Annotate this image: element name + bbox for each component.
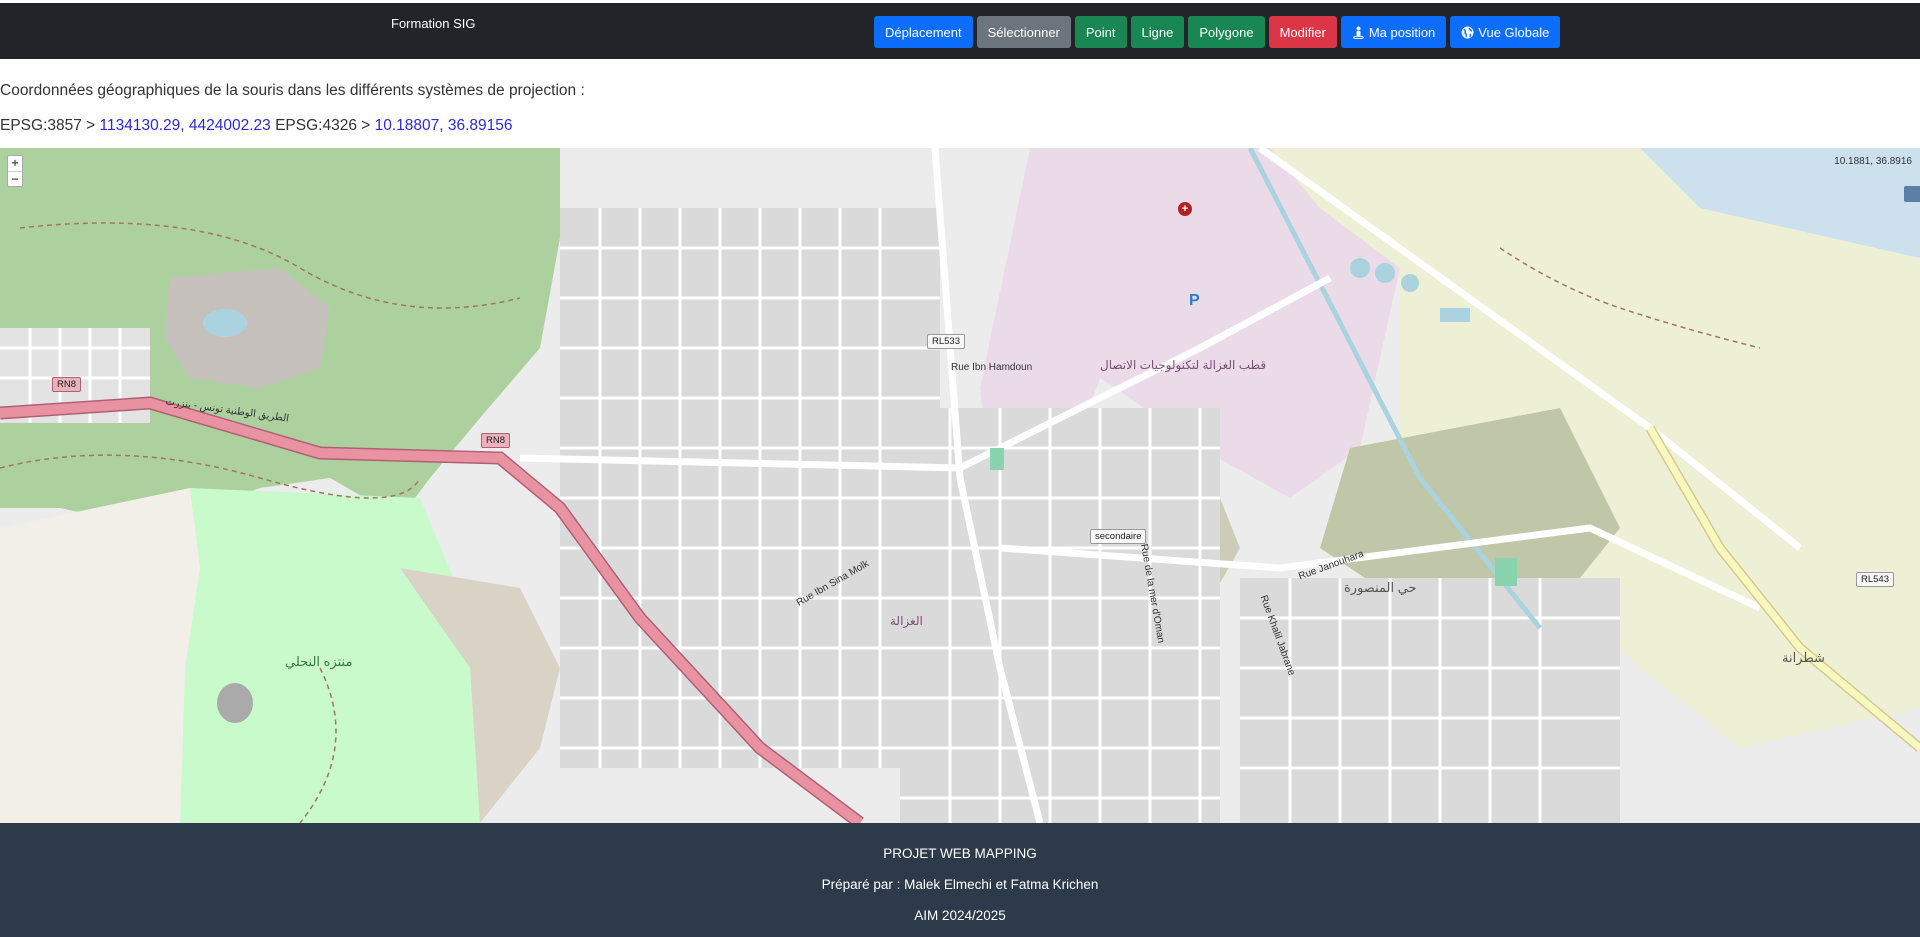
street-label-ibn-hamdoun: Rue Ibn Hamdoun (951, 362, 1033, 373)
page-footer: PROJET WEB MAPPING Préparé par : Malek E… (0, 823, 1920, 937)
area-label-pole: قطب الغزالة لتكنولوجيات الاتصال (1100, 358, 1267, 372)
epsg3857-value: 1134130.29, 4424002.23 (99, 117, 271, 134)
zoom-in-button[interactable]: + (8, 156, 22, 171)
area-label-mansoura: حي المنصورة (1344, 580, 1417, 595)
layer-switcher-button[interactable] (1904, 186, 1920, 202)
app-brand[interactable]: Formation SIG (391, 15, 476, 33)
coordinates-title: Coordonnées géographiques de la souris d… (0, 82, 585, 99)
epsg4326-label: EPSG:4326 > (275, 117, 371, 134)
street-view-icon (1352, 26, 1365, 39)
polygone-button[interactable]: Polygone (1188, 16, 1265, 48)
mouse-position-readout: 10.1881, 36.8916 (1834, 156, 1912, 167)
epsg3857-label: EPSG:3857 > (0, 117, 96, 134)
road-shield-rn8-center: RN8 (481, 433, 511, 448)
hospital-icon: + (1178, 202, 1192, 216)
area-label-choutrana: شطرانة (1782, 650, 1825, 665)
road-label-secondaire: secondaire (1090, 529, 1147, 544)
zoom-controls: + − (7, 155, 23, 187)
deplacement-button[interactable]: Déplacement (874, 16, 973, 48)
road-shield-rn8-west: RN8 (52, 377, 82, 392)
point-button[interactable]: Point (1074, 16, 1127, 48)
coordinates-readout: EPSG:3857 > 1134130.29, 4424002.23 EPSG:… (0, 117, 513, 135)
map-toolbar: Déplacement Sélectionner Point Ligne Pol… (874, 16, 1561, 48)
footer-year: AIM 2024/2025 (914, 908, 1006, 923)
area-label-ghazala: الغزالة (890, 614, 923, 628)
vue-globale-button[interactable]: Vue Globale (1450, 16, 1561, 48)
modifier-button[interactable]: Modifier (1268, 16, 1337, 48)
top-navbar: Formation SIG Déplacement Sélectionner P… (0, 3, 1920, 59)
footer-authors: Préparé par : Malek Elmechi et Fatma Kri… (821, 877, 1099, 892)
zoom-out-button[interactable]: − (8, 171, 22, 186)
footer-project-title: PROJET WEB MAPPING (883, 846, 1037, 861)
map-tiles (0, 148, 1920, 823)
globe-icon (1461, 26, 1474, 39)
ligne-button[interactable]: Ligne (1130, 16, 1185, 48)
map-view[interactable]: + − 10.1881, 36.8916 RL533 RN8 RN8 RL543… (0, 148, 1920, 823)
ma-position-button[interactable]: Ma position (1340, 16, 1447, 48)
selectionner-button[interactable]: Sélectionner (976, 16, 1071, 48)
road-shield-rl543: RL543 (1856, 572, 1894, 587)
epsg4326-value: 10.18807, 36.89156 (374, 117, 513, 134)
park-label-nahli: منتزه النحلي (285, 654, 353, 669)
road-shield-rl533: RL533 (927, 334, 965, 349)
parking-icon: P (1189, 292, 1200, 309)
